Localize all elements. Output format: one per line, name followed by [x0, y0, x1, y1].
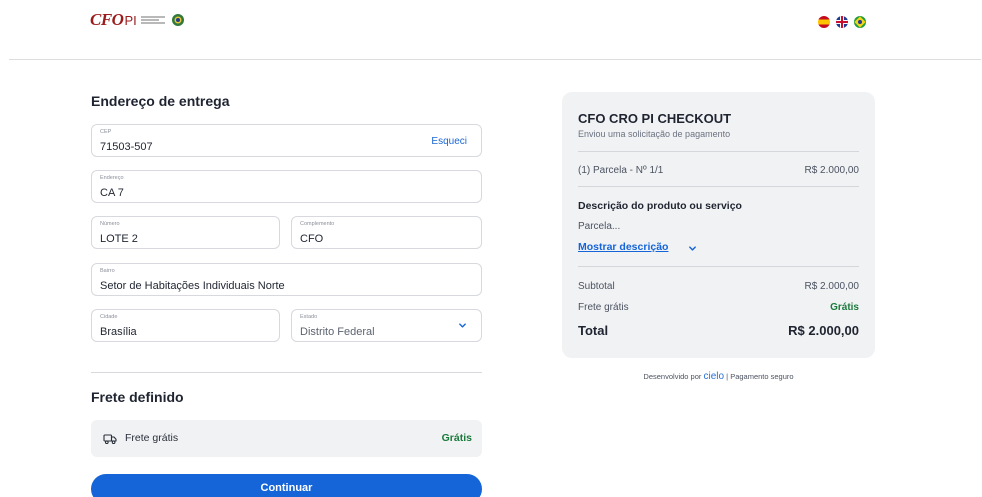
subtotal-label: Subtotal: [578, 281, 615, 292]
spain-flag-icon[interactable]: [818, 16, 830, 28]
neighborhood-value[interactable]: Setor de Habitações Individuais Norte: [100, 280, 285, 292]
neighborhood-label: Bairro: [100, 268, 115, 274]
state-value[interactable]: Distrito Federal: [300, 326, 375, 338]
cep-field[interactable]: CEP 71503-507 Esqueci: [91, 124, 482, 157]
number-field[interactable]: Número LOTE 2: [91, 216, 280, 249]
footer-note: Desenvolvido por cielo | Pagamento segur…: [562, 371, 875, 382]
header-divider: [9, 59, 981, 60]
order-summary-panel: CFO CRO PI CHECKOUT Enviou uma solicitaç…: [562, 92, 875, 358]
neighborhood-field[interactable]: Bairro Setor de Habitações Individuais N…: [91, 263, 482, 296]
shipping-option[interactable]: Frete grátis Grátis: [91, 420, 482, 457]
shipping-label: Frete grátis: [578, 302, 629, 313]
shipping-option-label: Frete grátis: [125, 432, 179, 444]
continue-button[interactable]: Continuar: [91, 474, 482, 497]
summary-subtitle: Enviou uma solicitação de pagamento: [578, 129, 731, 139]
city-label: Cidade: [100, 314, 118, 320]
address-label: Endereço: [100, 175, 124, 181]
total-label: Total: [578, 323, 609, 338]
truck-icon: [103, 434, 117, 445]
coat-of-arms-icon: [171, 14, 184, 26]
address-value[interactable]: CA 7: [100, 187, 124, 199]
secure-payment-text: Pagamento seguro: [730, 372, 794, 381]
description-title: Descrição do produto ou serviço: [578, 200, 742, 212]
installment-label: (1) Parcela - Nº 1/1: [578, 165, 664, 176]
summary-divider: [578, 266, 859, 267]
complement-label: Complemento: [300, 221, 335, 227]
city-field[interactable]: Cidade Brasília: [91, 309, 280, 342]
show-description-link[interactable]: Mostrar descrição: [578, 241, 668, 253]
cielo-logo[interactable]: cielo: [703, 371, 724, 382]
state-label: Estado: [300, 314, 318, 320]
shipping-option-price: Grátis: [441, 432, 472, 444]
subtotal-value: R$ 2.000,00: [804, 281, 860, 292]
description-text: Parcela...: [578, 221, 621, 232]
chevron-down-icon[interactable]: [458, 321, 467, 330]
cep-value[interactable]: 71503-507: [100, 141, 153, 153]
city-value[interactable]: Brasília: [100, 326, 137, 338]
logo-subtext-lines: [140, 16, 165, 24]
brazil-flag-icon[interactable]: [854, 16, 866, 28]
installment-value: R$ 2.000,00: [804, 165, 860, 176]
summary-divider: [578, 151, 859, 152]
top-bar: CFO PI: [0, 0, 982, 60]
shipping-section-title: Frete definido: [91, 389, 184, 405]
cep-label: CEP: [100, 129, 112, 135]
summary-divider: [578, 186, 859, 187]
language-switcher: [818, 16, 866, 28]
complement-field[interactable]: Complemento CFO: [291, 216, 482, 249]
cfo-pi-logo[interactable]: CFO PI: [90, 9, 185, 31]
chevron-down-icon[interactable]: [688, 244, 697, 253]
shipping-value: Grátis: [830, 302, 859, 313]
summary-title: CFO CRO PI CHECKOUT: [578, 111, 732, 126]
address-section-title: Endereço de entrega: [91, 93, 230, 109]
total-value: R$ 2.000,00: [788, 323, 859, 338]
logo-suffix: PI: [124, 12, 137, 28]
number-value[interactable]: LOTE 2: [100, 233, 138, 245]
logo-mark: CFO: [90, 10, 124, 29]
section-divider: [91, 372, 482, 373]
address-field[interactable]: Endereço CA 7: [91, 170, 482, 203]
footer-separator: |: [726, 372, 729, 381]
number-label: Número: [100, 221, 120, 227]
uk-flag-icon[interactable]: [836, 16, 848, 28]
state-select[interactable]: Estado Distrito Federal: [291, 309, 482, 342]
developed-by-text: Desenvolvido por: [643, 372, 702, 381]
forgot-cep-link[interactable]: Esqueci: [431, 136, 467, 147]
complement-value[interactable]: CFO: [300, 233, 323, 245]
